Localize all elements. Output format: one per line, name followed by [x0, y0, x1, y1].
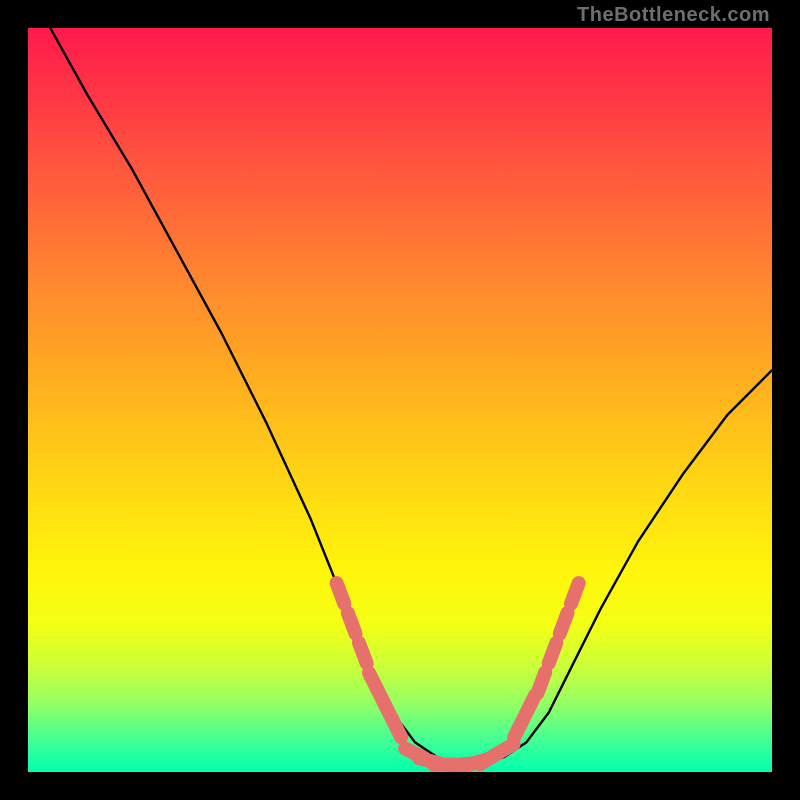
marker-pill — [337, 583, 345, 604]
marker-pill — [560, 613, 568, 634]
bottleneck-curve — [50, 28, 772, 765]
curve-layer — [28, 28, 772, 772]
marker-pill — [359, 643, 367, 664]
marker-pill — [391, 718, 401, 738]
marker-pill — [495, 744, 514, 755]
data-markers — [337, 583, 579, 766]
chart-root: TheBottleneck.com — [0, 0, 800, 800]
marker-pill — [549, 643, 557, 664]
marker-pill — [571, 583, 579, 604]
marker-pill — [348, 613, 356, 634]
watermark-text: TheBottleneck.com — [577, 4, 770, 27]
marker-pill — [538, 672, 546, 693]
plot-area — [28, 28, 772, 772]
